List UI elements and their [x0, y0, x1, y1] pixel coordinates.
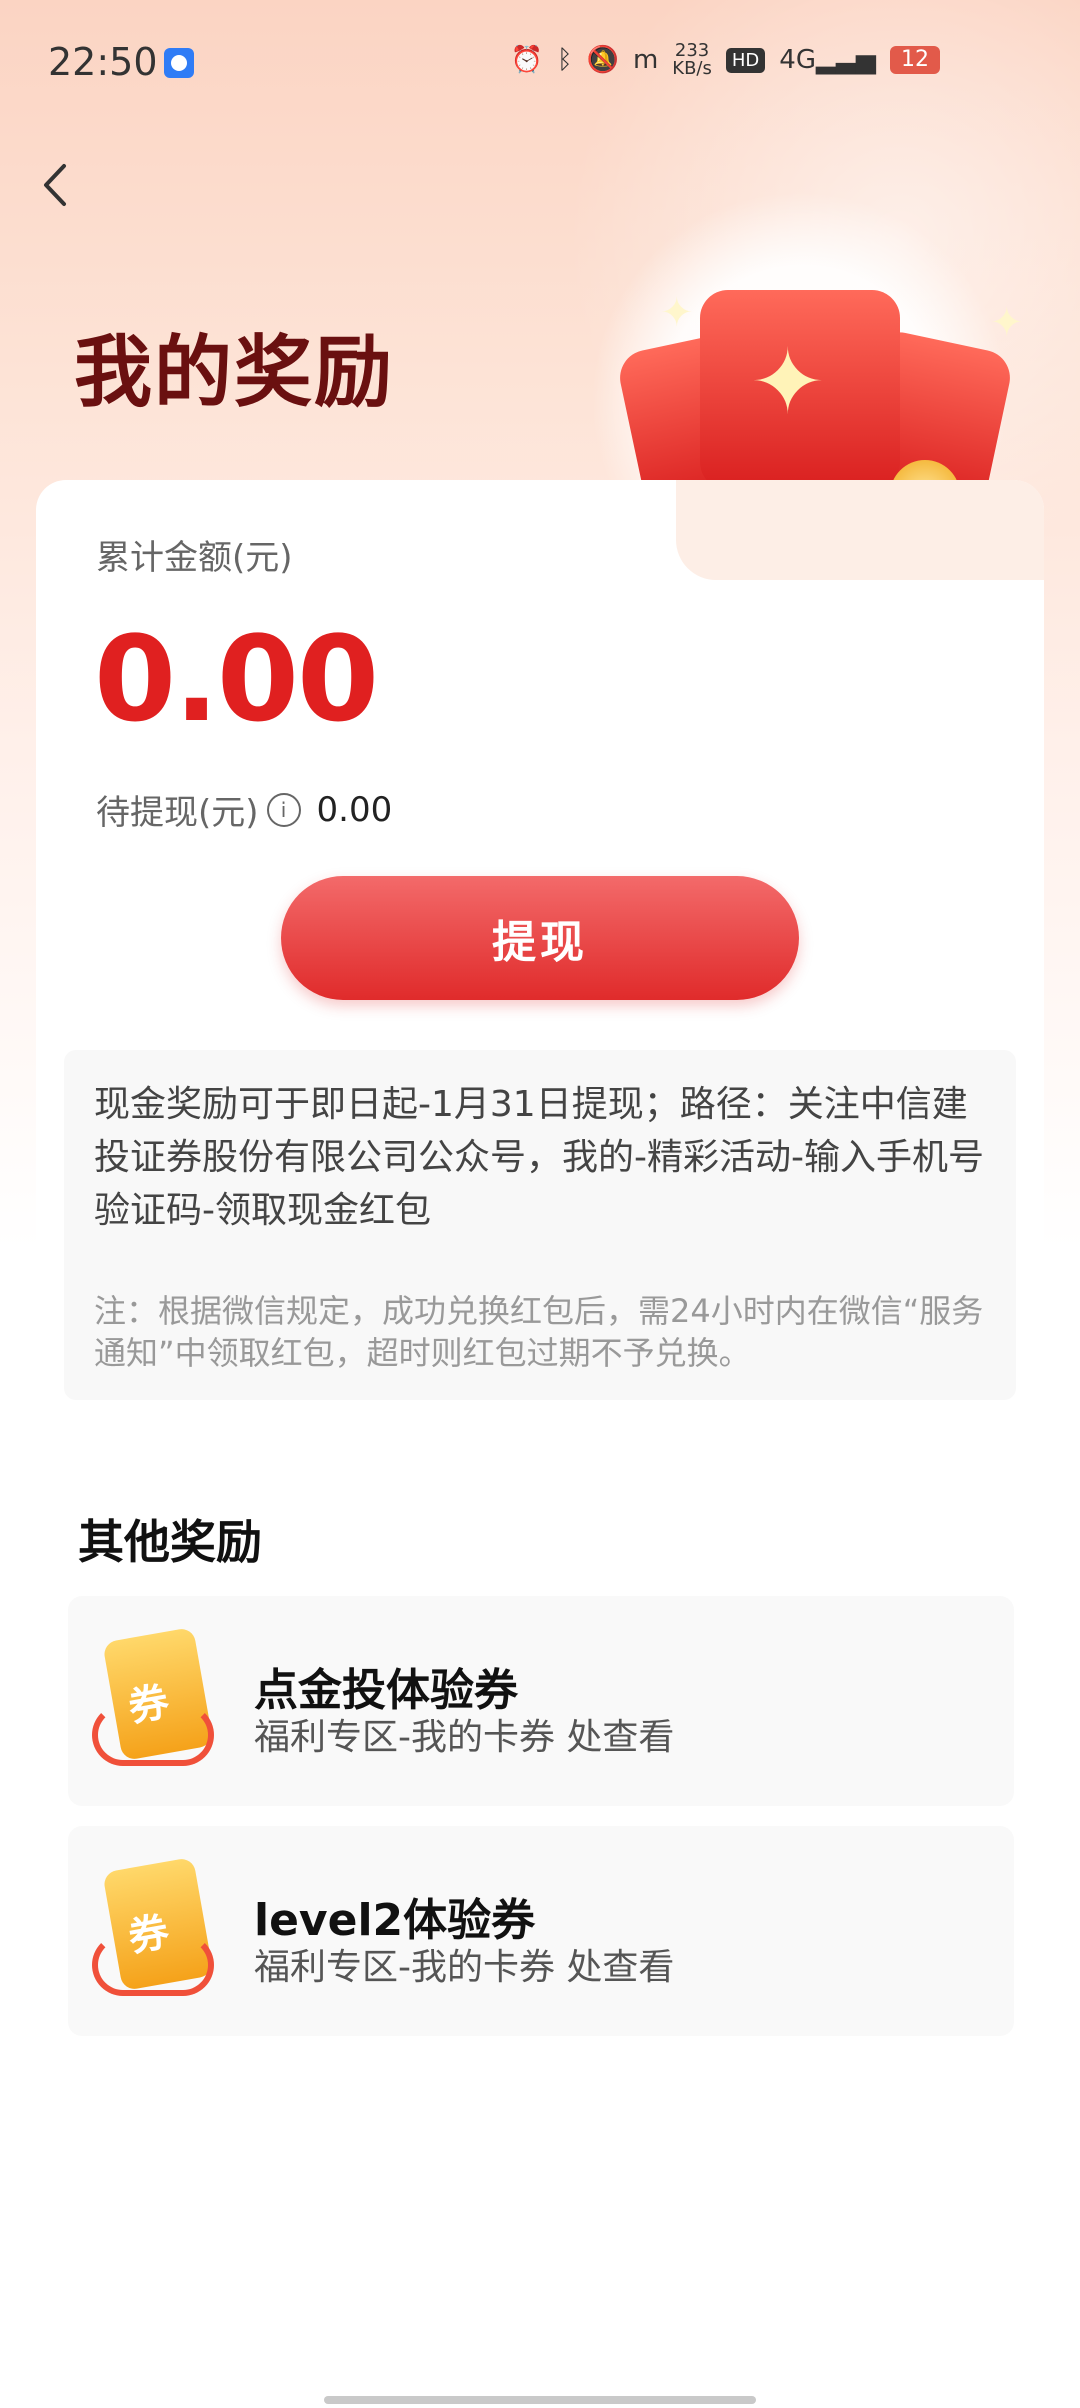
back-button[interactable] [36, 160, 76, 210]
card-tab-decoration [676, 480, 1044, 580]
pending-label: 待提现(元) [96, 793, 259, 833]
page-title: 我的奖励 [74, 328, 395, 418]
list-item-reward[interactable]: 券 level2体验券 福利专区-我的卡券 处查看 [68, 1826, 1014, 2036]
sparkle-icon: ✦ [990, 300, 1024, 346]
hd-icon: HD [725, 47, 766, 73]
withdraw-button[interactable]: 提现 [281, 876, 799, 1000]
network-type: 4G [779, 45, 816, 75]
battery-icon: 12 [890, 46, 940, 74]
reward-subtitle: 福利专区-我的卡券 处查看 [254, 1947, 675, 1988]
reward-summary-card: 累计金额(元) 0.00 待提现(元) i 0.00 提现 现金奖励可于即日起-… [36, 480, 1044, 1420]
mute-icon: 🔕 [586, 45, 619, 75]
list-item-reward[interactable]: 券 点金投体验券 福利专区-我的卡券 处查看 [68, 1596, 1014, 1806]
notice-main-text: 现金奖励可于即日起-1月31日提现；路径：关注中信建投证券股份有限公司公众号，我… [94, 1084, 984, 1231]
notice-note-text: 注：根据微信规定，成功兑换红包后，需24小时内在微信“服务通知”中领取红包，超时… [94, 1292, 984, 1372]
bluetooth-icon: ᛒ [556, 45, 573, 75]
pending-withdraw: 待提现(元) i 0.00 [96, 785, 392, 834]
chevron-left-icon [44, 164, 66, 206]
other-rewards-title: 其他奖励 [78, 1515, 262, 1569]
status-icons: ⏰ ᛒ 🔕 ⅿ 233 KB/s HD 4G▂▃▅ 12 [511, 42, 940, 78]
status-bar: 22:50 ⏰ ᛒ 🔕 ⅿ 233 KB/s HD 4G▂▃▅ 12 [0, 0, 1080, 120]
status-time: 22:50 [48, 40, 158, 84]
network-speed: 233 KB/s [672, 42, 712, 78]
alarm-icon: ⏰ [510, 45, 543, 75]
network-speed-unit: KB/s [672, 58, 712, 79]
pending-amount: 0.00 [316, 789, 393, 830]
info-icon[interactable]: i [266, 792, 301, 827]
total-amount-value: 0.00 [94, 610, 379, 748]
sparkle-icon: ✦ [660, 290, 694, 336]
home-indicator[interactable] [324, 2396, 756, 2404]
withdraw-notice: 现金奖励可于即日起-1月31日提现；路径：关注中信建投证券股份有限公司公众号，我… [64, 1050, 1016, 1400]
star-icon: ✦ [750, 330, 826, 435]
coupon-icon: 券 [92, 1856, 214, 1996]
notification-app-icon [164, 48, 194, 78]
total-amount-label: 累计金额(元) [96, 538, 293, 578]
coupon-icon: 券 [92, 1626, 214, 1766]
signal-icon: 4G▂▃▅ [779, 45, 876, 75]
nfc-icon: ⅿ [632, 45, 659, 75]
reward-subtitle: 福利专区-我的卡券 处查看 [254, 1717, 675, 1758]
